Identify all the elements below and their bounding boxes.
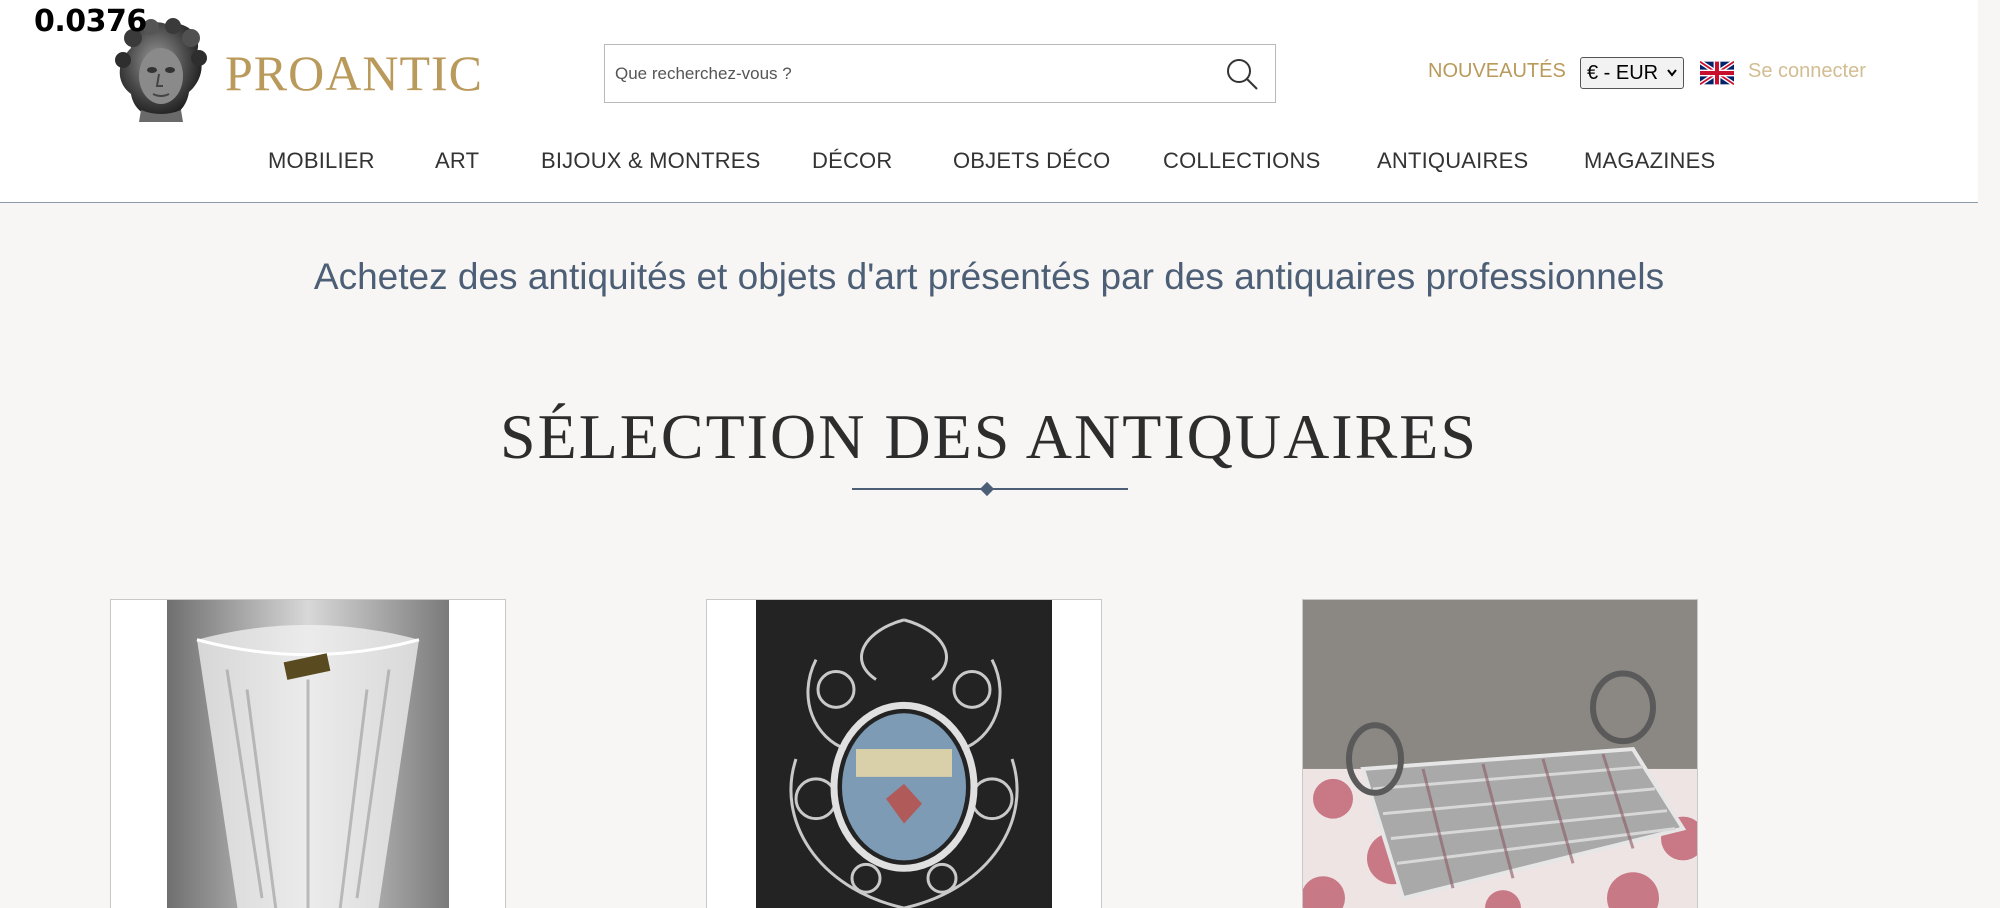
divider-diamond-icon: [979, 481, 995, 497]
product-card[interactable]: [706, 599, 1102, 908]
new-arrivals-link[interactable]: NOUVEAUTÉS: [1428, 60, 1566, 83]
currency-selected-value: € - EUR: [1587, 62, 1659, 84]
currency-select[interactable]: € - EUR: [1580, 57, 1684, 89]
chevron-down-icon: [1667, 69, 1677, 77]
main-navigation: MOBILIER ART BIJOUX & MONTRES DÉCOR OBJE…: [0, 148, 1978, 178]
nav-item-art[interactable]: ART: [435, 148, 479, 174]
product-card[interactable]: [110, 599, 506, 908]
nav-item-collections[interactable]: COLLECTIONS: [1163, 148, 1320, 174]
section-title: SÉLECTION DES ANTIQUAIRES: [500, 401, 1478, 472]
uk-flag-icon[interactable]: [1700, 61, 1734, 85]
nav-item-bijoux-montres[interactable]: BIJOUX & MONTRES: [541, 148, 761, 174]
crystal-vase-photo[interactable]: [167, 600, 449, 908]
site-header: PROANTIC NOUVEAUTÉS € - EUR Se connecter…: [0, 0, 1978, 203]
silver-filigree-reliquary-photo[interactable]: [756, 600, 1052, 908]
nav-item-antiquaires[interactable]: ANTIQUAIRES: [1377, 148, 1528, 174]
brand-name[interactable]: PROANTIC: [225, 44, 483, 102]
search-input[interactable]: [615, 45, 1205, 102]
search-icon[interactable]: [1225, 57, 1259, 91]
silver-basket-photo[interactable]: [1303, 600, 1698, 908]
nav-item-mobilier[interactable]: MOBILIER: [268, 148, 375, 174]
hero-tagline: Achetez des antiquités et objets d'art p…: [313, 256, 1665, 297]
product-card[interactable]: [1302, 599, 1698, 908]
nav-item-objets-deco[interactable]: OBJETS DÉCO: [953, 148, 1110, 174]
nav-item-decor[interactable]: DÉCOR: [812, 148, 892, 174]
login-link[interactable]: Se connecter: [1748, 60, 1866, 83]
nav-item-magazines[interactable]: MAGAZINES: [1584, 148, 1715, 174]
value-readout: 0.0376: [34, 4, 147, 39]
search-box: [604, 44, 1276, 103]
